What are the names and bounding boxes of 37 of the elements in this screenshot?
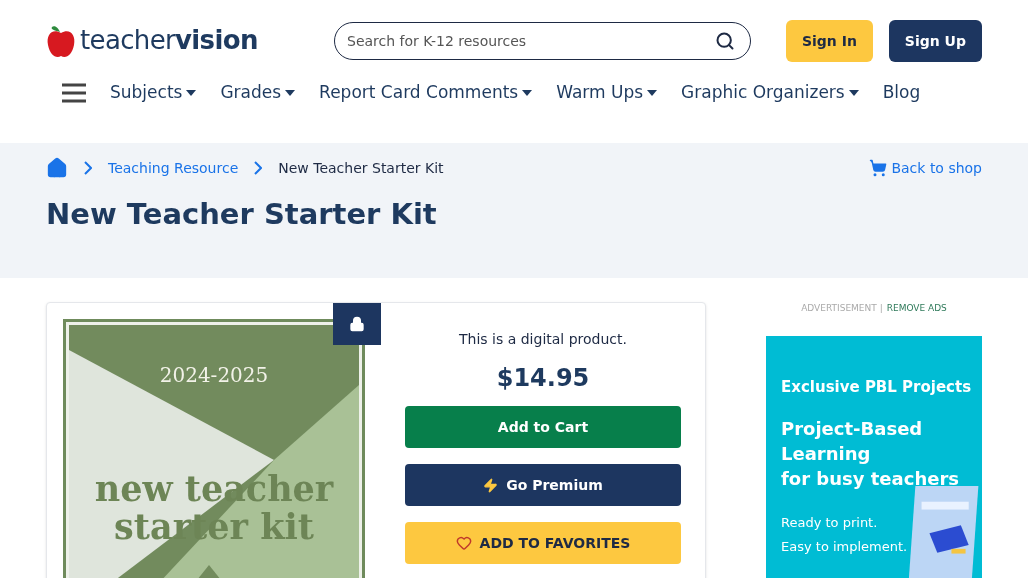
menu-icon[interactable] — [62, 83, 86, 103]
ad-headline: Project-Based Learning for busy teachers — [781, 417, 960, 491]
cover-year: 2024-2025 — [158, 362, 270, 389]
nav-link[interactable]: Report Card Comments — [319, 80, 533, 106]
nav-link[interactable]: Grades — [220, 80, 296, 106]
cart-icon — [869, 159, 888, 177]
breadcrumb-current: New Teacher Starter Kit — [278, 158, 444, 178]
product-price: $14.95 — [496, 363, 590, 394]
lock-icon — [349, 316, 365, 332]
search-field[interactable]: Search for K-12 resources — [334, 21, 751, 60]
logo[interactable]: teachervision — [46, 21, 334, 60]
separator: | — [879, 303, 883, 313]
advertisement-label: ADVERTISEMENT — [801, 303, 878, 313]
remove-ads-link[interactable]: REMOVE ADS — [886, 303, 947, 313]
nav-link[interactable]: Subjects — [110, 80, 197, 106]
add-to-cart-button[interactable]: Add to Cart — [405, 406, 681, 448]
ad-text: Easy to implement. — [781, 537, 908, 556]
logo-text: teachervision — [80, 24, 258, 57]
home-icon[interactable] — [46, 157, 68, 179]
product-note: This is a digital product. — [459, 330, 627, 349]
nav-link[interactable]: Warm Ups — [556, 80, 658, 106]
go-premium-button[interactable]: Go Premium — [405, 464, 681, 506]
ad-text: Ready to print. — [781, 514, 878, 532]
lightning-icon — [483, 477, 499, 493]
heart-icon — [455, 535, 472, 551]
sign-up-button[interactable]: Sign Up — [888, 19, 982, 62]
add-to-favorites-button[interactable]: ADD TO FAVORITES — [405, 522, 681, 564]
search-icon[interactable] — [715, 30, 735, 51]
page-title: New Teacher Starter Kit — [46, 196, 438, 233]
chevron-icon — [254, 161, 263, 175]
ad-eyebrow: Exclusive PBL Projects — [781, 376, 973, 398]
breadcrumb-link[interactable]: Teaching Resource — [108, 157, 239, 179]
nav-link[interactable]: Graphic Organizers — [681, 80, 859, 106]
chevron-icon — [84, 161, 92, 175]
nav-link[interactable]: Blog — [882, 80, 921, 106]
sign-in-button[interactable]: Sign In — [785, 19, 873, 62]
back-to-shop-link[interactable]: Back to shop — [869, 157, 982, 179]
